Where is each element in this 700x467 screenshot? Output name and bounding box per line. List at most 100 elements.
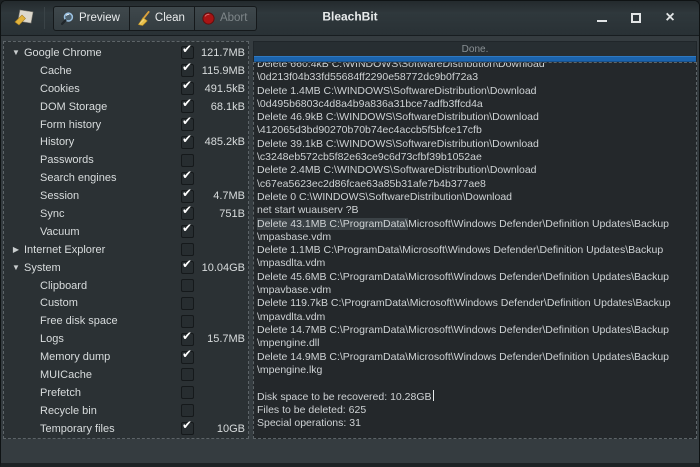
tree-row[interactable]: DOM Storage ✔ 68.1kB <box>4 98 248 116</box>
tree-item-label: Form history <box>24 119 181 131</box>
tree-item-label: Free disk space <box>24 315 181 327</box>
tree-item-checkbox[interactable]: ✔ <box>181 261 194 274</box>
tree-item-size: 10.04GB <box>199 262 245 274</box>
tree-item-label: Recycle bin <box>24 405 181 417</box>
tree-row[interactable]: Form history ✔ <box>4 116 248 134</box>
tree-item-label: Temporary files <box>24 423 181 435</box>
tree-row[interactable]: Session ✔ 4.7MB <box>4 187 248 205</box>
tree-row[interactable]: Custom <box>4 294 248 312</box>
tree-item-size: 15.7MB <box>199 333 245 345</box>
tree-item-checkbox[interactable]: ✔ <box>181 207 194 220</box>
log-line: Delete 14.7MB C:\ProgramData\Microsoft\W… <box>257 324 696 337</box>
tree-item-checkbox[interactable] <box>181 368 194 381</box>
log-line: Disk space to be recovered: 10.28GB <box>257 390 696 403</box>
window-controls: × <box>585 1 687 35</box>
tree-row[interactable]: MUICache <box>4 366 248 384</box>
tree-item-checkbox[interactable] <box>181 243 194 256</box>
log-line: \412065d3bd90270b70b74ec4accb5f5bfce17cf… <box>257 124 696 137</box>
log-line: Files to be deleted: 625 <box>257 404 696 417</box>
tree-item-checkbox[interactable]: ✔ <box>181 82 194 95</box>
tree-row[interactable]: ▼ System ✔ 10.04GB <box>4 259 248 277</box>
tree-row[interactable]: Temporary files ✔ 10GB <box>4 420 248 438</box>
tree-item-checkbox[interactable] <box>181 279 194 292</box>
maximize-icon <box>631 13 641 23</box>
expander-icon[interactable]: ▼ <box>10 263 22 272</box>
text-cursor <box>433 390 434 401</box>
tree-item-checkbox[interactable] <box>181 154 194 167</box>
log-line: Delete 14.9MB C:\ProgramData\Microsoft\W… <box>257 351 696 364</box>
tree-row[interactable]: Prefetch <box>4 384 248 402</box>
tree-row[interactable]: Vacuum ✔ <box>4 223 248 241</box>
tree-item-label: Logs <box>24 333 181 345</box>
tree-row[interactable]: Passwords <box>4 151 248 169</box>
close-button[interactable]: × <box>653 7 687 29</box>
tree-item-label: System <box>24 262 181 274</box>
tree-row[interactable]: Cookies ✔ 491.5kB <box>4 80 248 98</box>
log-line: \mpengine.lkg <box>257 364 696 377</box>
tree-item-checkbox[interactable]: ✔ <box>181 136 194 149</box>
log-line: Delete 43.1MB C:\ProgramData\Microsoft\W… <box>257 218 696 231</box>
tree-item-label: Cache <box>24 65 181 77</box>
preview-button[interactable]: Preview <box>53 6 130 31</box>
tree-row[interactable]: Sync ✔ 751B <box>4 205 248 223</box>
close-icon: × <box>665 13 674 23</box>
tree-item-checkbox[interactable] <box>181 386 194 399</box>
log-line: \0d495b6803c4d8a4b9a836a31bce7adfb3ffcd4… <box>257 98 696 111</box>
progress-label: Done. <box>254 42 696 55</box>
tree-item-checkbox[interactable] <box>181 404 194 417</box>
expander-icon[interactable]: ▼ <box>10 48 22 57</box>
expander-icon[interactable]: ▶ <box>10 245 22 254</box>
cleaner-tree[interactable]: ▼ Google Chrome ✔ 121.7MB Cache ✔ 115.9M… <box>3 41 249 439</box>
bleachbit-window: Preview Clean <box>0 0 700 467</box>
tree-item-checkbox[interactable] <box>181 315 194 328</box>
tree-item-checkbox[interactable]: ✔ <box>181 64 194 77</box>
status-bar <box>1 439 699 463</box>
tree-item-checkbox[interactable]: ✔ <box>181 422 194 435</box>
tree-item-checkbox[interactable]: ✔ <box>181 46 194 59</box>
tree-item-label: Google Chrome <box>24 47 181 59</box>
log-output[interactable]: Delete 660.4kB C:\WINDOWS\SoftwareDistri… <box>253 62 697 439</box>
clean-button[interactable]: Clean <box>130 6 195 31</box>
log-line: \mpasdlta.vdm <box>257 257 696 270</box>
tree-item-checkbox[interactable]: ✔ <box>181 225 194 238</box>
tree-item-checkbox[interactable]: ✔ <box>181 351 194 364</box>
progress-bar: Done. <box>253 41 697 62</box>
log-line: \mpavbase.vdm <box>257 284 696 297</box>
tree-item-label: Internet Explorer <box>24 244 181 256</box>
toolbar: Preview Clean <box>53 6 257 31</box>
tree-item-size: 485.2kB <box>199 136 245 148</box>
tree-item-checkbox[interactable]: ✔ <box>181 100 194 113</box>
tree-item-checkbox[interactable]: ✔ <box>181 172 194 185</box>
tree-row[interactable]: History ✔ 485.2kB <box>4 133 248 151</box>
main-content: ▼ Google Chrome ✔ 121.7MB Cache ✔ 115.9M… <box>1 36 699 439</box>
tree-item-label: Clipboard <box>24 280 181 292</box>
tree-item-size: 68.1kB <box>199 101 245 113</box>
log-line: Delete 119.7kB C:\ProgramData\Microsoft\… <box>257 297 696 310</box>
log-line: \mpengine.dll <box>257 337 696 350</box>
stop-circle-icon <box>201 11 216 26</box>
tree-row[interactable]: Recycle bin <box>4 402 248 420</box>
log-line: Delete 39.1kB C:\WINDOWS\SoftwareDistrib… <box>257 138 696 151</box>
log-line <box>257 377 696 390</box>
abort-button-label: Abort <box>220 12 248 24</box>
right-pane: Done. Delete 660.4kB C:\WINDOWS\Software… <box>253 41 697 439</box>
tree-row[interactable]: Search engines ✔ <box>4 169 248 187</box>
tree-row[interactable]: Free disk space <box>4 312 248 330</box>
tree-item-checkbox[interactable]: ✔ <box>181 118 194 131</box>
tree-item-checkbox[interactable]: ✔ <box>181 190 194 203</box>
tree-item-label: Search engines <box>24 172 181 184</box>
tree-item-label: MUICache <box>24 369 181 381</box>
tree-item-size: 10GB <box>199 423 245 435</box>
abort-button[interactable]: Abort <box>195 6 258 31</box>
tree-item-checkbox[interactable]: ✔ <box>181 333 194 346</box>
tree-item-checkbox[interactable] <box>181 297 194 310</box>
magnifier-icon <box>60 11 75 26</box>
tree-row[interactable]: ▼ Google Chrome ✔ 121.7MB <box>4 44 248 62</box>
tree-row[interactable]: Cache ✔ 115.9MB <box>4 62 248 80</box>
tree-row[interactable]: ▶ Internet Explorer <box>4 241 248 259</box>
tree-row[interactable]: Memory dump ✔ <box>4 348 248 366</box>
maximize-button[interactable] <box>619 7 653 29</box>
minimize-button[interactable] <box>585 7 619 29</box>
tree-row[interactable]: Logs ✔ 15.7MB <box>4 330 248 348</box>
tree-row[interactable]: Clipboard <box>4 277 248 295</box>
